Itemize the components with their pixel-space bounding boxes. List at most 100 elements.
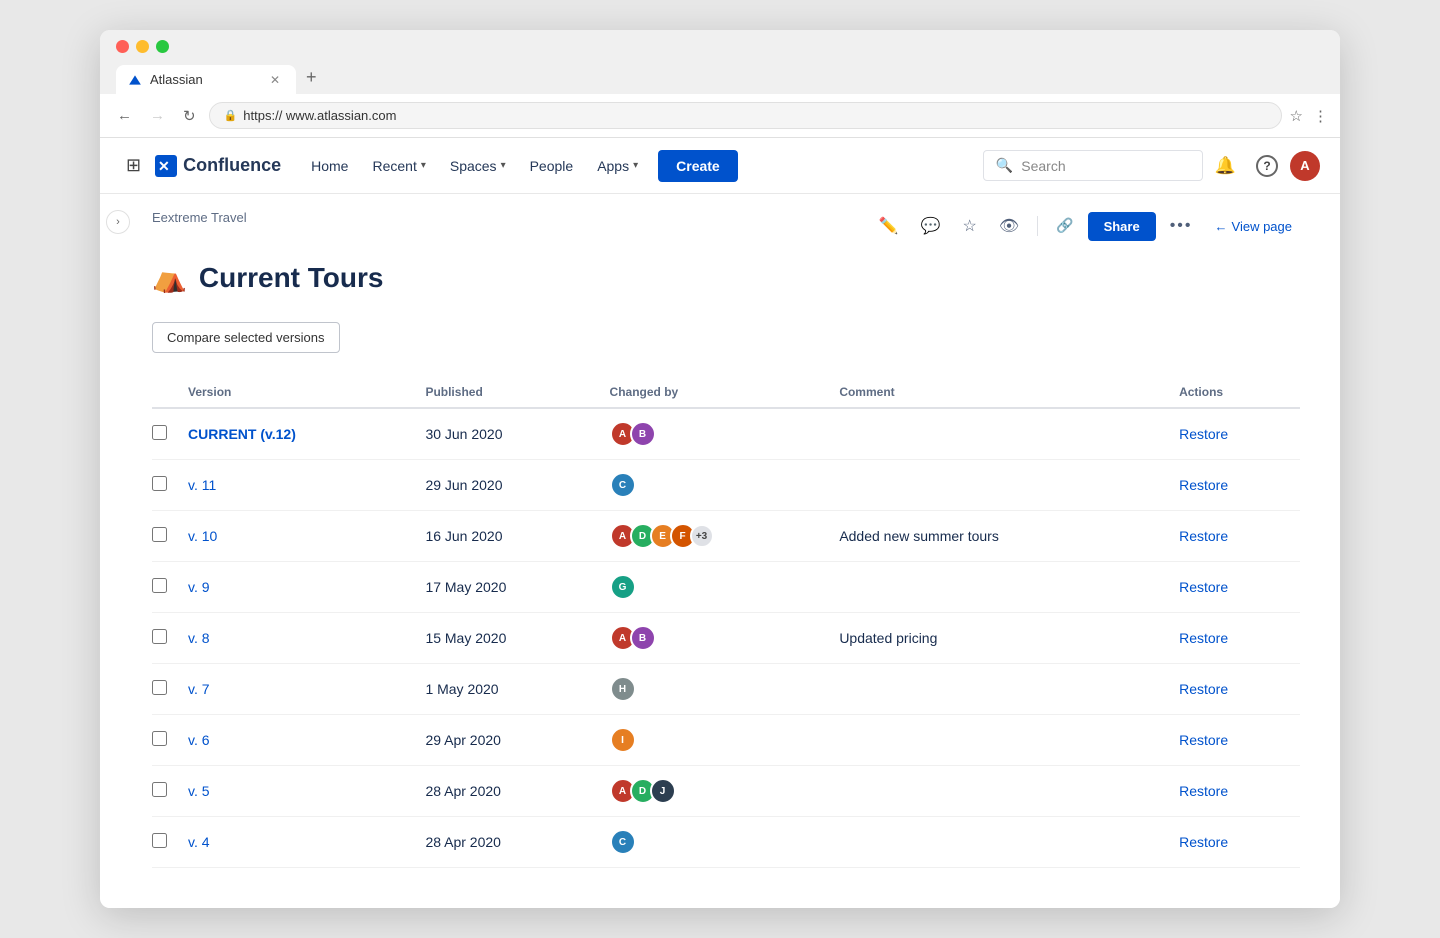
restore-button[interactable]: Restore xyxy=(1179,630,1228,646)
version-link[interactable]: v. 9 xyxy=(188,579,210,595)
version-link[interactable]: v. 5 xyxy=(188,783,210,799)
back-button[interactable]: ← xyxy=(112,105,137,126)
table-row: v. 629 Apr 2020IRestore xyxy=(152,715,1300,766)
create-button[interactable]: Create xyxy=(658,150,738,182)
apps-nav-link[interactable]: Apps ▾ xyxy=(587,150,648,182)
version-checkbox[interactable] xyxy=(152,680,167,695)
search-input[interactable]: 🔍 Search xyxy=(983,150,1203,181)
lock-icon: 🔒 xyxy=(224,109,238,122)
version-checkbox[interactable] xyxy=(152,527,167,542)
watch-icon: 👁 xyxy=(999,218,1019,235)
svg-text:✕: ✕ xyxy=(158,158,170,174)
bookmark-icon[interactable]: ☆ xyxy=(1290,107,1303,125)
browser-tab[interactable]: Atlassian ✕ xyxy=(116,65,296,94)
confluence-navbar: ⊞ ✕ Confluence Home Recent ▾ Spaces ▾ P xyxy=(100,138,1340,194)
comment-cell: Added new summer tours xyxy=(839,511,1179,562)
table-row: CURRENT (v.12)30 Jun 2020ABRestore xyxy=(152,408,1300,460)
changed-by-cell: H xyxy=(610,664,840,715)
url-bar[interactable]: 🔒 https:// www.atlassian.com xyxy=(209,102,1282,129)
reload-button[interactable]: ↻ xyxy=(178,105,201,127)
row-checkbox-cell xyxy=(152,408,188,460)
changed-by-cell: ADEF+3 xyxy=(610,511,840,562)
recent-nav-link[interactable]: Recent ▾ xyxy=(362,150,435,182)
row-checkbox-cell xyxy=(152,715,188,766)
maximize-button[interactable] xyxy=(156,40,169,53)
close-button[interactable] xyxy=(116,40,129,53)
version-checkbox[interactable] xyxy=(152,833,167,848)
row-checkbox-cell xyxy=(152,817,188,868)
restore-button[interactable]: Restore xyxy=(1179,834,1228,850)
version-link[interactable]: v. 7 xyxy=(188,681,210,697)
browser-more-icon[interactable]: ⋮ xyxy=(1313,107,1328,125)
actions-cell: Restore xyxy=(1179,715,1300,766)
people-nav-link[interactable]: People xyxy=(520,150,584,182)
version-checkbox[interactable] xyxy=(152,731,167,746)
share-button[interactable]: Share xyxy=(1088,212,1156,241)
home-nav-link[interactable]: Home xyxy=(301,150,358,182)
version-checkbox[interactable] xyxy=(152,782,167,797)
version-checkbox[interactable] xyxy=(152,476,167,491)
copy-link-button[interactable]: 🔗 xyxy=(1048,211,1081,241)
version-cell: v. 4 xyxy=(188,817,425,868)
minimize-button[interactable] xyxy=(136,40,149,53)
published-cell: 28 Apr 2020 xyxy=(425,817,609,868)
tab-close-icon[interactable]: ✕ xyxy=(270,73,280,87)
restore-button[interactable]: Restore xyxy=(1179,528,1228,544)
page-area: › Eextreme Travel ✏️ 💬 ☆ xyxy=(100,194,1340,908)
edit-icon: ✏️ xyxy=(879,218,899,235)
view-page-button[interactable]: ← ← View page View page xyxy=(1207,212,1300,241)
forward-button[interactable]: → xyxy=(145,105,170,126)
avatar-group: AB xyxy=(610,625,828,651)
more-actions-button[interactable]: ••• xyxy=(1162,211,1201,241)
restore-button[interactable]: Restore xyxy=(1179,681,1228,697)
notification-button[interactable]: 🔔 xyxy=(1207,150,1244,182)
copy-icon: 🔗 xyxy=(1056,217,1073,233)
row-checkbox-cell xyxy=(152,460,188,511)
version-link[interactable]: v. 6 xyxy=(188,732,210,748)
version-cell: v. 9 xyxy=(188,562,425,613)
published-cell: 15 May 2020 xyxy=(425,613,609,664)
comment-icon: 💬 xyxy=(921,218,941,235)
breadcrumb-link[interactable]: Eextreme Travel xyxy=(152,210,247,225)
avatar: J xyxy=(650,778,676,804)
version-link[interactable]: v. 10 xyxy=(188,528,217,544)
published-cell: 29 Jun 2020 xyxy=(425,460,609,511)
version-link[interactable]: v. 11 xyxy=(188,477,216,493)
watch-button[interactable]: 👁 xyxy=(991,210,1027,242)
comment-button[interactable]: 💬 xyxy=(913,210,949,242)
user-avatar[interactable]: A xyxy=(1290,151,1320,181)
changed-by-cell: AB xyxy=(610,613,840,664)
spaces-nav-link[interactable]: Spaces ▾ xyxy=(440,150,516,182)
restore-button[interactable]: Restore xyxy=(1179,426,1228,442)
compare-versions-button[interactable]: Compare selected versions xyxy=(152,322,340,353)
version-link[interactable]: v. 4 xyxy=(188,834,210,850)
page-emoji: ⛺ xyxy=(152,261,187,294)
comment-cell xyxy=(839,766,1179,817)
arrow-left-icon: ← xyxy=(1215,219,1228,234)
col-version: Version xyxy=(188,377,425,408)
version-checkbox[interactable] xyxy=(152,578,167,593)
new-tab-button[interactable]: + xyxy=(298,63,325,92)
search-placeholder: Search xyxy=(1021,158,1065,174)
edit-button[interactable]: ✏️ xyxy=(871,210,907,242)
version-link[interactable]: CURRENT (v.12) xyxy=(188,426,296,442)
star-button[interactable]: ☆ xyxy=(954,210,984,242)
help-button[interactable]: ? xyxy=(1248,149,1286,183)
versions-table: Version Published Changed by Comment Act… xyxy=(152,377,1300,868)
version-checkbox[interactable] xyxy=(152,629,167,644)
published-cell: 29 Apr 2020 xyxy=(425,715,609,766)
confluence-logo[interactable]: ✕ Confluence xyxy=(155,155,281,177)
avatar-group: C xyxy=(610,472,828,498)
sidebar-toggle-button[interactable]: › xyxy=(106,210,130,234)
url-text: https:// www.atlassian.com xyxy=(243,108,396,123)
published-cell: 1 May 2020 xyxy=(425,664,609,715)
version-link[interactable]: v. 8 xyxy=(188,630,210,646)
restore-button[interactable]: Restore xyxy=(1179,579,1228,595)
restore-button[interactable]: Restore xyxy=(1179,477,1228,493)
conf-logo-text: Confluence xyxy=(183,155,281,176)
restore-button[interactable]: Restore xyxy=(1179,783,1228,799)
restore-button[interactable]: Restore xyxy=(1179,732,1228,748)
changed-by-cell: C xyxy=(610,460,840,511)
grid-icon-button[interactable]: ⊞ xyxy=(120,149,147,182)
version-checkbox[interactable] xyxy=(152,425,167,440)
